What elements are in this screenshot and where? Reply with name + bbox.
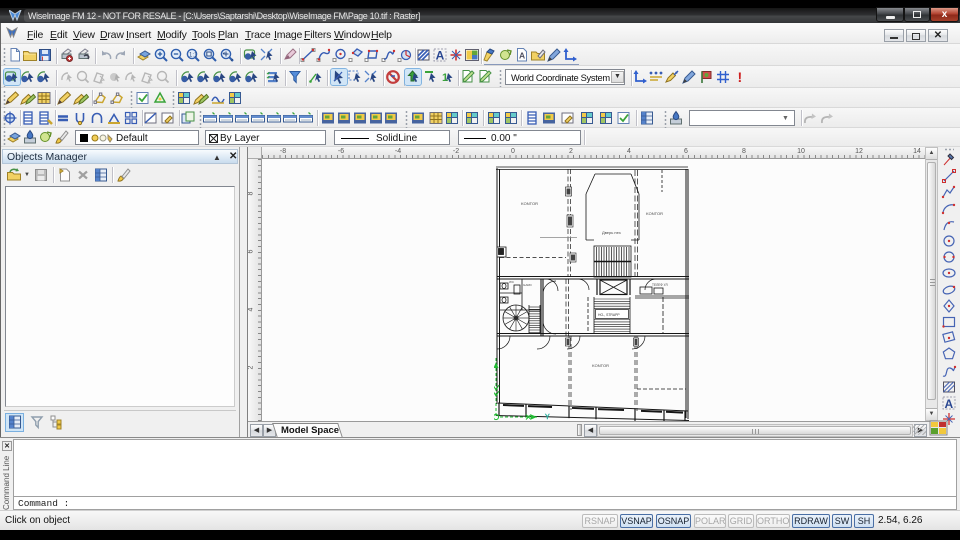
- svg-text:KONTOR: KONTOR: [592, 363, 609, 368]
- svg-text:HO-, STRAPP: HO-, STRAPP: [598, 313, 620, 317]
- svg-text:1:1: 1:1: [189, 53, 198, 59]
- svg-text:ТЕЛЕФ УЛ: ТЕЛЕФ УЛ: [652, 283, 668, 287]
- svg-text:A: A: [519, 51, 525, 61]
- svg-text:!: !: [738, 69, 743, 85]
- svg-text:Дверь пез: Дверь пез: [602, 230, 621, 235]
- svg-text:KONTOR: KONTOR: [646, 211, 663, 216]
- svg-text:KONTOR: KONTOR: [521, 201, 538, 206]
- svg-text:WC: WC: [509, 280, 515, 284]
- svg-text:GARD: GARD: [523, 283, 533, 287]
- svg-text:Y: Y: [545, 414, 550, 421]
- svg-text:A: A: [436, 49, 445, 63]
